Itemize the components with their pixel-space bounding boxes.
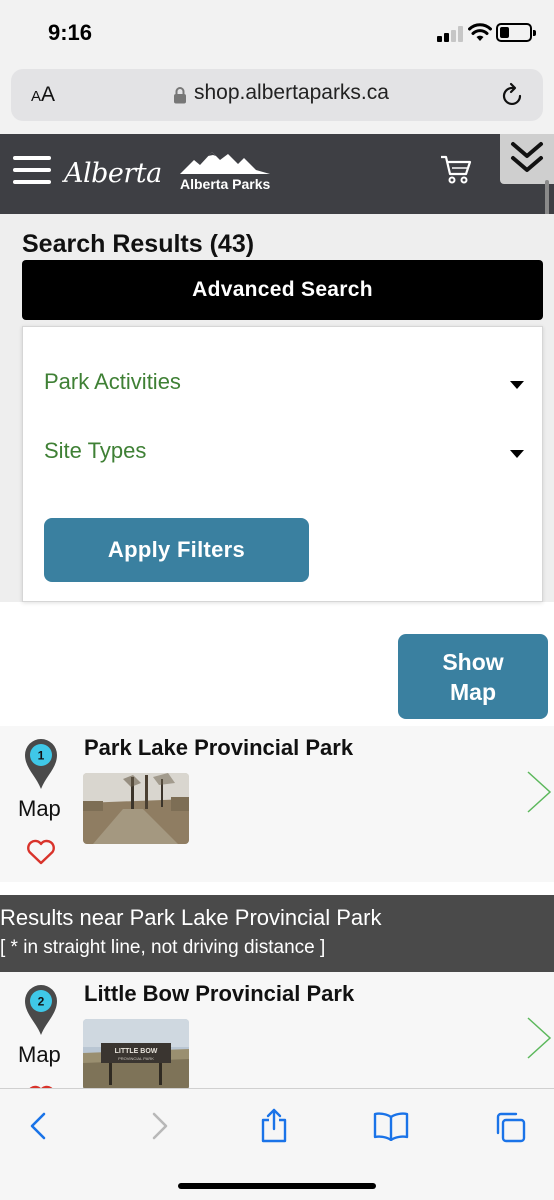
map-pin-icon[interactable]: 1 bbox=[24, 738, 58, 790]
chevron-right-icon[interactable] bbox=[525, 1016, 553, 1060]
result-card[interactable]: 1 Map Park Lake Provincial Park bbox=[0, 726, 554, 882]
bookmarks-icon[interactable] bbox=[373, 1111, 409, 1141]
status-time: 9:16 bbox=[48, 20, 93, 45]
result-card[interactable]: 2 Map Little Bow Provincial Park LITTLE … bbox=[0, 972, 554, 1088]
alberta-parks-logo[interactable]: Alberta Parks bbox=[180, 148, 272, 200]
alberta-logo[interactable]: Alberta bbox=[64, 158, 162, 189]
browser-chrome-top: AA shop.albertaparks.ca bbox=[0, 62, 554, 134]
reload-icon[interactable] bbox=[501, 82, 525, 108]
park-name[interactable]: Park Lake Provincial Park bbox=[84, 735, 353, 761]
search-panel: Search Results (43) Advanced Search Park… bbox=[0, 214, 554, 602]
park-photo[interactable] bbox=[83, 773, 189, 844]
hamburger-icon[interactable] bbox=[13, 156, 51, 186]
double-chevron-down-icon bbox=[511, 142, 543, 172]
alberta-parks-wordmark: Alberta Parks bbox=[180, 176, 271, 192]
status-bar: 9:16 bbox=[0, 0, 554, 62]
tabs-icon[interactable] bbox=[494, 1111, 526, 1143]
map-pin-icon[interactable]: 2 bbox=[24, 984, 58, 1036]
sign-text: LITTLE BOW bbox=[115, 1048, 158, 1055]
show-map-line1: Show bbox=[442, 649, 504, 675]
caret-down-icon bbox=[510, 381, 524, 389]
sign-subtext: PROVINCIAL PARK bbox=[118, 1056, 154, 1061]
show-map-line2: Map bbox=[450, 679, 496, 705]
caret-down-icon bbox=[510, 450, 524, 458]
pin-number: 2 bbox=[38, 995, 45, 1009]
nearby-results-banner: Results near Park Lake Provincial Park [… bbox=[0, 895, 554, 972]
nearby-title: Results near Park Lake Provincial Park bbox=[0, 905, 382, 930]
filter-park-activities[interactable]: Park Activities bbox=[44, 369, 524, 403]
collapse-header-button[interactable] bbox=[500, 134, 554, 184]
pin-number: 1 bbox=[38, 749, 45, 763]
show-map-button[interactable]: Show Map bbox=[398, 634, 548, 719]
site-header: Alberta Alberta Parks bbox=[0, 134, 554, 214]
back-icon[interactable] bbox=[28, 1111, 50, 1141]
results-title: Search Results (43) bbox=[22, 230, 255, 258]
nearby-note: [ * in straight line, not driving distan… bbox=[0, 937, 326, 958]
filter-label: Park Activities bbox=[44, 369, 181, 394]
advanced-search-button[interactable]: Advanced Search bbox=[22, 260, 543, 320]
heart-icon[interactable] bbox=[26, 839, 56, 865]
mountain-logo-icon bbox=[180, 152, 270, 174]
browser-toolbar bbox=[0, 1088, 554, 1200]
filter-panel: Park Activities Site Types Apply Filters bbox=[22, 326, 543, 602]
map-link[interactable]: Map bbox=[18, 796, 61, 822]
forward-icon[interactable] bbox=[148, 1111, 170, 1141]
home-indicator[interactable] bbox=[178, 1183, 376, 1189]
filter-site-types[interactable]: Site Types bbox=[44, 438, 524, 472]
wifi-icon bbox=[468, 23, 492, 41]
park-name[interactable]: Little Bow Provincial Park bbox=[84, 981, 354, 1007]
apply-filters-button[interactable]: Apply Filters bbox=[44, 518, 309, 582]
map-link[interactable]: Map bbox=[18, 1042, 61, 1068]
signal-icon bbox=[437, 26, 463, 42]
text-size-button[interactable]: AA bbox=[31, 83, 55, 107]
park-photo[interactable]: LITTLE BOW PROVINCIAL PARK bbox=[83, 1019, 189, 1088]
cart-icon[interactable] bbox=[440, 154, 472, 184]
battery-icon bbox=[496, 23, 536, 42]
address-bar[interactable]: AA shop.albertaparks.ca bbox=[11, 69, 543, 121]
filter-label: Site Types bbox=[44, 438, 147, 463]
lock-icon bbox=[174, 87, 186, 104]
url-text[interactable]: shop.albertaparks.ca bbox=[194, 81, 389, 105]
chevron-right-icon[interactable] bbox=[525, 770, 553, 814]
share-icon[interactable] bbox=[259, 1107, 289, 1143]
